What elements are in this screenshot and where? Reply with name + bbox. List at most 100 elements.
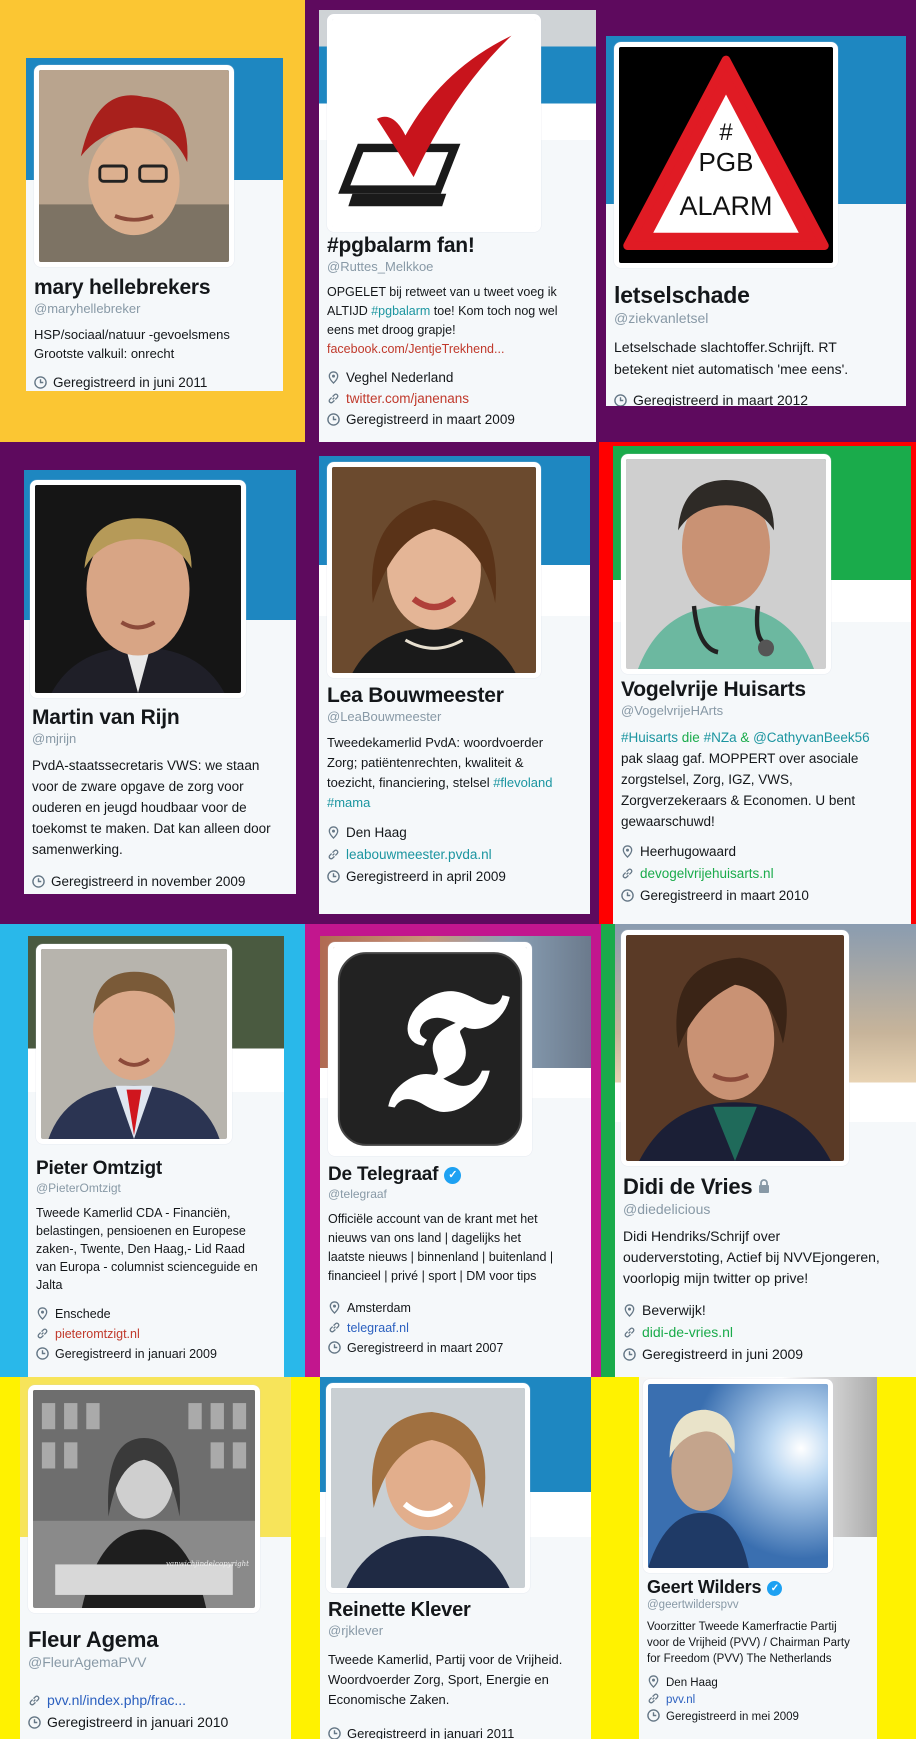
profile-bio: Tweede Kamerlid CDA - Financiën, belasti… <box>36 1206 258 1292</box>
profile-avatar[interactable] <box>327 462 541 678</box>
profile-bio: PvdA-staatssecretaris VWS: we staan voor… <box>32 758 271 857</box>
joined-date: Geregistreerd in april 2009 <box>327 867 584 887</box>
link-icon <box>648 1693 659 1704</box>
profile-name[interactable]: Vogelvrije Huisarts <box>621 678 905 702</box>
joined-date: Geregistreerd in maart 2007 <box>328 1339 585 1358</box>
clock-icon <box>34 376 47 389</box>
avatar-text: # <box>719 119 733 146</box>
profile-avatar[interactable] <box>34 65 234 267</box>
profile-avatar[interactable] <box>36 944 232 1144</box>
profile-location: Den Haag <box>327 823 584 843</box>
profile-name[interactable]: mary hellebrekers <box>34 276 277 300</box>
profile-avatar[interactable]: 𝕿 <box>328 942 532 1156</box>
profile-link[interactable]: didi-de-vries.nl <box>623 1322 910 1342</box>
profile-link[interactable]: pvv.nl/index.php/frac... <box>28 1690 285 1710</box>
profile-handle[interactable]: @LeaBouwmeester <box>327 709 584 724</box>
bio-link[interactable]: facebook.com/JentjeTrekhend... <box>327 340 590 359</box>
clock-icon <box>328 1341 341 1354</box>
profile-avatar[interactable]: vanwichjindelcopyright <box>28 1385 260 1613</box>
profile-location: Heerhugowaard <box>621 842 905 862</box>
profile-handle[interactable]: @ziekvanletsel <box>614 310 900 326</box>
link-icon <box>328 849 339 860</box>
profile-card: mary hellebrekers @maryhellebreker HSP/s… <box>26 58 283 391</box>
profile-bio: #Huisarts die #NZa & @CathyvanBeek56 pak… <box>621 730 870 829</box>
profile-link[interactable]: pvv.nl <box>647 1692 871 1709</box>
profile-handle[interactable]: @maryhellebreker <box>34 301 277 316</box>
clock-icon <box>328 1727 341 1739</box>
profile-card: Didi de Vries @diedelicious Didi Hendrik… <box>615 924 916 1377</box>
profile-card: #pgbalarm fan! @Ruttes_Melkkoe OPGELET b… <box>319 10 596 442</box>
link-icon <box>622 868 633 879</box>
profile-avatar[interactable] <box>621 454 831 674</box>
profile-name[interactable]: Geert Wilders ✓ <box>647 1577 871 1598</box>
joined-date: Geregistreerd in januari 2011 <box>328 1724 585 1739</box>
profile-name[interactable]: #pgbalarm fan! <box>327 234 590 258</box>
profile-name[interactable]: Didi de Vries <box>623 1174 910 1200</box>
profile-handle[interactable]: @telegraaf <box>328 1187 585 1201</box>
profile-bio: HSP/sociaal/natuur -gevoelsmens Grootste… <box>34 327 230 361</box>
profile-handle[interactable]: @Ruttes_Melkkoe <box>327 259 590 274</box>
clock-icon <box>327 870 340 883</box>
profile-name[interactable]: Reinette Klever <box>328 1599 585 1622</box>
profile-bio: Didi Hendriks/Schrijf over ouderverstoti… <box>623 1228 880 1286</box>
profile-name[interactable]: Pieter Omtzigt <box>36 1158 278 1180</box>
profile-info: #pgbalarm fan! @Ruttes_Melkkoe OPGELET b… <box>327 234 590 430</box>
profile-info: Fleur Agema @FleurAgemaPVV pvv.nl/index.… <box>28 1627 285 1732</box>
profile-card: # PGB ALARM letselschade @ziekvanletsel … <box>606 36 906 406</box>
profile-info: Pieter Omtzigt @PieterOmtzigt Tweede Kam… <box>36 1158 278 1364</box>
avatar-watermark: vanwichjindelcopyright <box>165 1560 249 1568</box>
profile-name[interactable]: Martin van Rijn <box>32 706 290 730</box>
location-pin-icon <box>648 1675 659 1688</box>
cell-martin-van-rijn: Martin van Rijn @mjrijn PvdA-staatssecre… <box>0 442 305 924</box>
location-pin-icon <box>329 1301 340 1314</box>
profile-name[interactable]: De Telegraaf ✓ <box>328 1164 585 1186</box>
cell-didi-de-vries: Didi de Vries @diedelicious Didi Hendrik… <box>601 924 916 1377</box>
link-icon <box>328 393 339 404</box>
profile-avatar[interactable] <box>326 1383 530 1593</box>
profile-link[interactable]: leabouwmeester.pvda.nl <box>327 845 584 865</box>
profile-card: vanwichjindelcopyright Fleur Agema @Fleu… <box>20 1377 291 1739</box>
clock-icon <box>36 1347 49 1360</box>
profile-card: Vogelvrije Huisarts @VogelvrijeHArts #Hu… <box>613 446 911 924</box>
joined-date: Geregistreerd in november 2009 <box>32 872 290 892</box>
profile-link[interactable]: devogelvrijehuisarts.nl <box>621 864 905 884</box>
profile-name[interactable]: letselschade <box>614 282 900 309</box>
verified-badge-icon: ✓ <box>767 1581 783 1596</box>
profile-link[interactable]: telegraaf.nl <box>328 1319 585 1338</box>
profile-name[interactable]: Lea Bouwmeester <box>327 684 584 708</box>
profile-handle[interactable]: @geertwilderspvv <box>647 1599 871 1611</box>
profile-handle[interactable]: @PieterOmtzigt <box>36 1181 278 1195</box>
hashtag-link[interactable]: #mama <box>327 793 584 813</box>
profile-handle[interactable]: @diedelicious <box>623 1201 910 1217</box>
link-icon <box>624 1327 635 1338</box>
location-pin-icon <box>37 1307 48 1320</box>
joined-date: Geregistreerd in januari 2010 <box>28 1712 285 1732</box>
profile-handle[interactable]: @FleurAgemaPVV <box>28 1654 285 1670</box>
profile-bio: OPGELET bij retweet van u tweet voeg ik … <box>327 283 590 359</box>
cell-geert-wilders: Geert Wilders ✓ @geertwilderspvv Voorzitt… <box>601 1377 916 1739</box>
profile-avatar[interactable] <box>327 14 541 232</box>
profile-handle[interactable]: @mjrijn <box>32 731 290 746</box>
profile-avatar[interactable] <box>30 480 246 698</box>
profile-card: Lea Bouwmeester @LeaBouwmeester Tweedeka… <box>319 456 590 914</box>
cell-pgbalarm-fan: #pgbalarm fan! @Ruttes_Melkkoe OPGELET b… <box>305 0 596 442</box>
lock-icon <box>759 1179 770 1193</box>
joined-date: Geregistreerd in maart 2010 <box>621 886 905 906</box>
profile-handle[interactable]: @VogelvrijeHArts <box>621 703 905 718</box>
profile-info: Geert Wilders ✓ @geertwilderspvv Voorzitt… <box>647 1577 871 1726</box>
profile-location: Enschede <box>36 1305 278 1324</box>
clock-icon <box>621 889 634 902</box>
profile-avatar[interactable]: # PGB ALARM <box>614 42 838 268</box>
profile-card: Pieter Omtzigt @PieterOmtzigt Tweede Kam… <box>28 936 284 1377</box>
profile-handle[interactable]: @rjklever <box>328 1623 585 1638</box>
clock-icon <box>647 1709 660 1722</box>
profile-info: Didi de Vries @diedelicious Didi Hendrik… <box>623 1174 910 1364</box>
location-pin-icon <box>622 845 633 858</box>
joined-date: Geregistreerd in maart 2009 <box>327 410 590 430</box>
profile-bio: Voorzitter Tweede Kamerfractie Partij vo… <box>647 1621 850 1665</box>
profile-link[interactable]: pieteromtzigt.nl <box>36 1325 278 1344</box>
profile-avatar[interactable] <box>643 1379 833 1573</box>
profile-link[interactable]: twitter.com/janenans <box>327 389 590 409</box>
profile-name[interactable]: Fleur Agema <box>28 1627 285 1653</box>
profile-avatar[interactable] <box>621 930 849 1166</box>
